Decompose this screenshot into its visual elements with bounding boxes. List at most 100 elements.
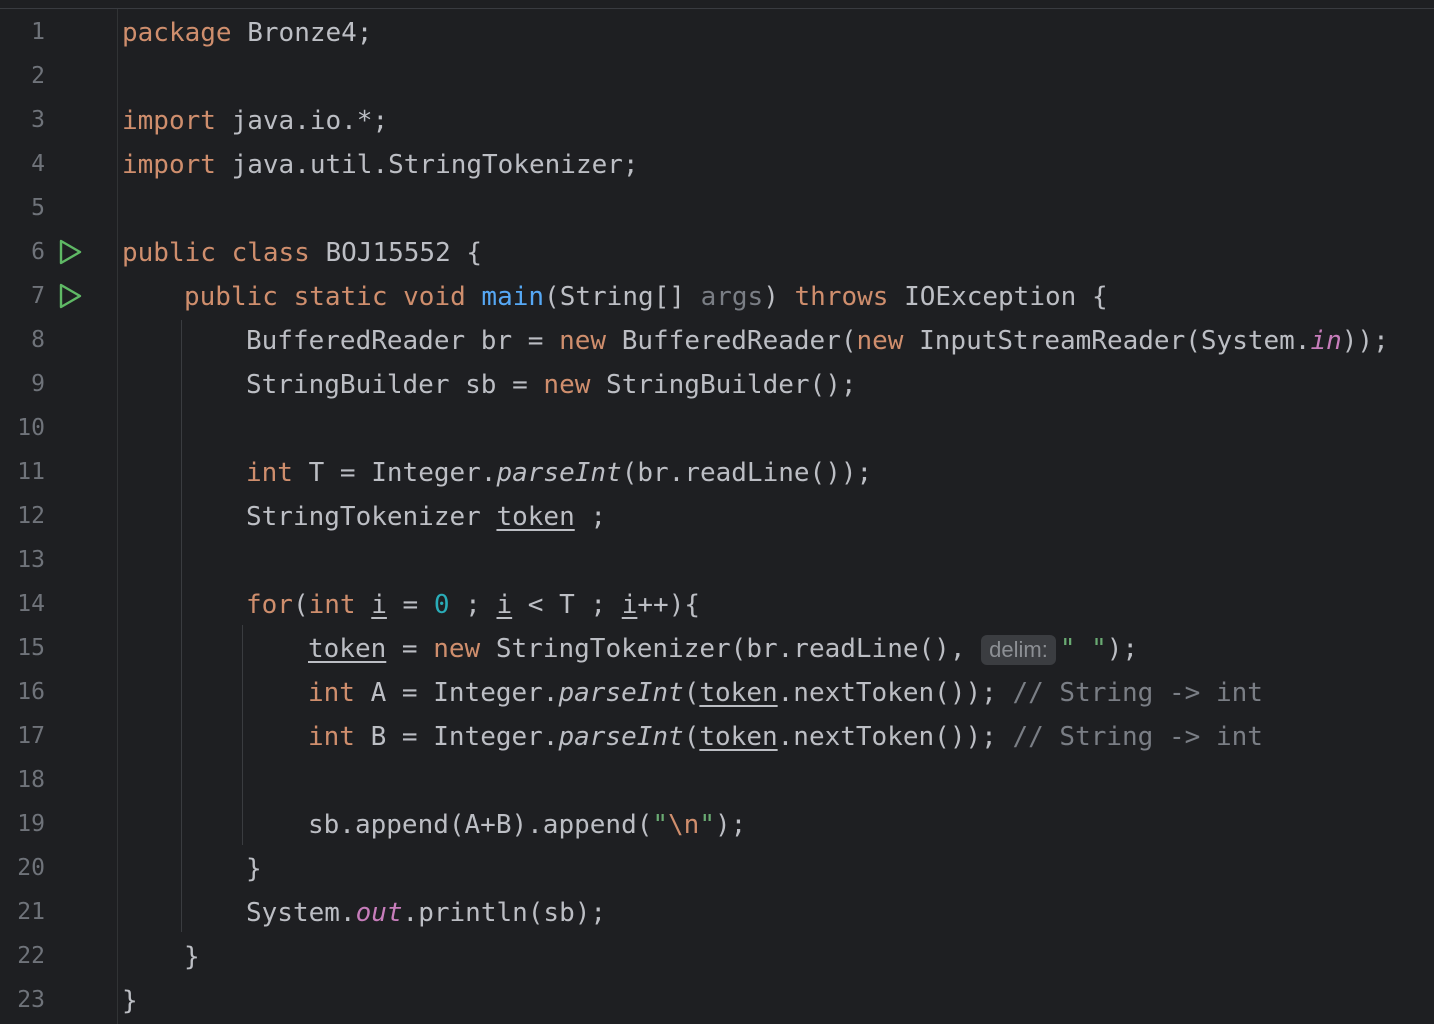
reassigned-variable: token [699, 678, 778, 708]
reassigned-variable: token [699, 722, 778, 752]
code-line-4[interactable]: import java.util.StringTokenizer; [122, 150, 639, 180]
line-number: 21 [17, 899, 45, 925]
code-line-15[interactable]: token = new StringTokenizer(br.readLine(… [308, 634, 1138, 665]
editor-top-border [0, 8, 1434, 9]
code-text: ); [715, 810, 747, 840]
code-editor[interactable]: 1 2 3 4 5 6 7 8 9 10 11 12 13 14 15 16 1… [0, 0, 1434, 1024]
reassigned-variable: token [308, 634, 387, 664]
code-line-8[interactable]: BufferedReader br = new BufferedReader(n… [246, 326, 1389, 356]
static-method: parseInt [558, 678, 684, 708]
line-number: 17 [17, 723, 45, 749]
code-text: BufferedReader br = [246, 326, 560, 356]
code-text: )); [1341, 326, 1389, 356]
keyword: int [246, 458, 293, 488]
code-text: sb.append(A+B).append( [308, 810, 653, 840]
code-text: InputStreamReader(System. [903, 326, 1311, 356]
indent-guide [181, 320, 182, 932]
run-class-icon[interactable] [56, 238, 84, 266]
closing-brace: } [184, 942, 200, 972]
code-text: (br.readLine()); [621, 458, 873, 488]
code-text: (String[] [544, 282, 701, 312]
code-text: Bronze4; [231, 18, 373, 48]
reassigned-variable: i [496, 590, 513, 620]
static-method: parseInt [558, 722, 684, 752]
line-number: 18 [17, 767, 45, 793]
code-line-22[interactable]: } [184, 942, 200, 972]
code-text: StringTokenizer [246, 502, 497, 532]
keyword: for [246, 590, 293, 620]
line-number: 2 [31, 63, 45, 89]
closing-brace: } [246, 854, 262, 884]
line-number: 7 [31, 283, 45, 309]
line-number: 19 [17, 811, 45, 837]
reassigned-variable: i [371, 590, 387, 620]
code-line-19[interactable]: sb.append(A+B).append("\n"); [308, 810, 746, 840]
line-number: 4 [31, 151, 45, 177]
keyword: int [308, 590, 356, 620]
code-line-11[interactable]: int T = Integer.parseInt(br.readLine()); [246, 458, 872, 488]
code-text: BufferedReader( [606, 326, 857, 356]
code-text: java.util.StringTokenizer; [215, 150, 639, 180]
code-line-16[interactable]: int A = Integer.parseInt(token.nextToken… [308, 678, 1263, 708]
line-number: 23 [17, 987, 45, 1013]
line-number: 3 [31, 107, 45, 133]
code-text: .println(sb); [402, 898, 607, 928]
code-line-23[interactable]: } [122, 986, 138, 1016]
line-number: 8 [31, 327, 45, 353]
keyword: public static void [184, 282, 466, 312]
line-number: 10 [17, 415, 45, 441]
code-line-14[interactable]: for(int i = 0 ; i < T ; i++){ [246, 590, 700, 620]
code-line-12[interactable]: StringTokenizer token ; [246, 502, 606, 532]
code-text: ( [292, 590, 309, 620]
reassigned-variable: token [496, 502, 575, 532]
code-text: ) [763, 282, 795, 312]
code-text: B = Integer. [354, 722, 559, 752]
keyword: int [308, 722, 355, 752]
code-line-1[interactable]: package Bronze4; [122, 18, 372, 48]
comment: // String -> int [1012, 678, 1263, 708]
code-text: StringBuilder(); [590, 370, 857, 400]
code-text: .nextToken()); [777, 722, 1013, 752]
code-text: ( [683, 722, 700, 752]
line-number: 16 [17, 679, 45, 705]
code-text: ( [683, 678, 700, 708]
code-text: BOJ15552 { [309, 238, 483, 268]
parameter-hint: delim: [981, 635, 1056, 665]
keyword: throws [794, 282, 889, 312]
keyword: import [122, 150, 216, 180]
unused-param: args [700, 282, 764, 312]
code-line-20[interactable]: } [246, 854, 262, 884]
code-text: ++){ [637, 590, 701, 620]
line-number: 12 [17, 503, 45, 529]
static-field: in [1310, 326, 1342, 356]
code-line-21[interactable]: System.out.println(sb); [246, 898, 606, 928]
line-number: 14 [17, 591, 45, 617]
string-literal: " " [1059, 634, 1107, 664]
comment: // String -> int [1012, 722, 1263, 752]
code-line-6[interactable]: public class BOJ15552 { [122, 238, 482, 268]
code-text: ; [574, 502, 607, 532]
code-text: IOException { [888, 282, 1108, 312]
code-text: T = Integer. [292, 458, 497, 488]
line-number: 13 [17, 547, 45, 573]
code-line-3[interactable]: import java.io.*; [122, 106, 388, 136]
code-line-17[interactable]: int B = Integer.parseInt(token.nextToken… [308, 722, 1263, 752]
line-number: 15 [17, 635, 45, 661]
keyword: import [122, 106, 216, 136]
keyword: new [856, 326, 904, 356]
code-text: < T ; [512, 590, 622, 620]
keyword: int [308, 678, 355, 708]
method-name: main [481, 282, 545, 312]
run-main-icon[interactable] [56, 282, 84, 310]
code-text: = [386, 634, 434, 664]
reassigned-variable: i [621, 590, 638, 620]
code-text: StringBuilder sb = [246, 370, 544, 400]
keyword: package [122, 18, 232, 48]
line-number: 11 [17, 459, 45, 485]
string-quote: " [652, 810, 669, 840]
code-text: ; [449, 590, 497, 620]
line-number: 20 [17, 855, 45, 881]
code-line-7[interactable]: public static void main(String[] args) t… [184, 282, 1108, 312]
code-line-9[interactable]: StringBuilder sb = new StringBuilder(); [246, 370, 857, 400]
